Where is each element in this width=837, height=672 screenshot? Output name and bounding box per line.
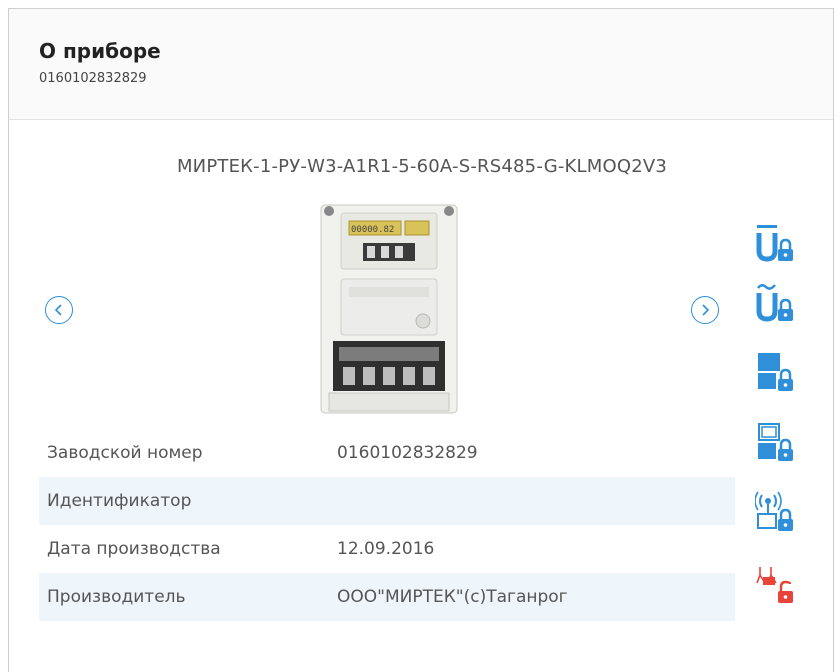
- device-info-table: Заводской номер 0160102832829 Идентифика…: [39, 429, 735, 621]
- svg-text:00000.82: 00000.82: [351, 225, 394, 235]
- info-label: Производитель: [47, 587, 186, 607]
- info-value: 0160102832829: [337, 443, 478, 463]
- meter-image: 00000.82: [320, 204, 458, 414]
- voltage-dc-lock-button[interactable]: [755, 221, 795, 265]
- voltage-dc-lock-icon: [756, 225, 793, 262]
- meter-lock-icon: [758, 353, 793, 391]
- wireless-lock-icon: [754, 491, 793, 531]
- info-value: ООО"МИРТЕК"(с)Таганрог: [337, 587, 568, 607]
- info-row-identifier: Идентификатор: [39, 477, 735, 525]
- panel-header: О приборе 0160102832829: [9, 9, 833, 120]
- voltage-ac-lock-button[interactable]: [755, 281, 795, 325]
- wireless-lock-button[interactable]: [754, 491, 795, 535]
- prev-button[interactable]: [45, 296, 73, 324]
- info-value: 12.09.2016: [337, 539, 435, 559]
- power-unlock-button[interactable]: [755, 563, 795, 607]
- meter-lock-alt-icon: [758, 423, 793, 461]
- info-row-serial: Заводской номер 0160102832829: [39, 429, 735, 477]
- device-info-panel: О приборе 0160102832829 МИРТЕК-1-РУ-W3-A…: [8, 8, 834, 672]
- info-label: Заводской номер: [47, 443, 203, 463]
- voltage-ac-lock-icon: [756, 284, 793, 322]
- device-model: МИРТЕК-1-РУ-W3-A1R1-5-60A-S-RS485-G-KLMO…: [176, 156, 668, 177]
- info-row-manufacturer: Производитель ООО"МИРТЕК"(с)Таганрог: [39, 573, 735, 621]
- page-subtitle: 0160102832829: [39, 71, 147, 86]
- info-label: Дата производства: [47, 539, 221, 559]
- info-label: Идентификатор: [47, 491, 192, 511]
- chevron-left-icon: [54, 304, 62, 316]
- meter-lock-button[interactable]: [755, 351, 795, 395]
- info-row-production-date: Дата производства 12.09.2016: [39, 525, 735, 573]
- meter-lock-alt-button[interactable]: [755, 421, 795, 465]
- power-unlock-icon: [756, 567, 793, 603]
- next-button[interactable]: [691, 296, 719, 324]
- chevron-right-icon: [702, 304, 710, 316]
- page-title: О приборе: [39, 39, 161, 63]
